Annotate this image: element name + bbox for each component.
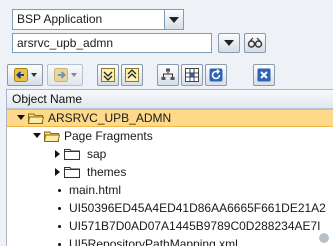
tree-node-label: UI571B7D0AD07A1445B9789C0D288234AE7I	[69, 219, 321, 233]
forward-arrow-icon	[53, 68, 68, 82]
column-header-object-name[interactable]: Object Name	[7, 90, 333, 109]
expanded-icon[interactable]	[17, 115, 25, 120]
folder-open-icon	[28, 113, 44, 124]
tree-node-file[interactable]: UI571B7D0AD07A1445B9789C0D288234AE7I	[7, 217, 333, 235]
forward-button[interactable]	[47, 64, 83, 86]
tree-node-file[interactable]: UI50396ED45A4ED41D86AA6665F661DE21A2	[7, 199, 333, 217]
chevron-down-icon	[169, 16, 179, 23]
object-type-dropdown-button[interactable]	[164, 9, 184, 30]
tree-node-subfolder[interactable]: sap	[7, 145, 333, 163]
leaf-bullet-icon	[58, 189, 61, 192]
folder-icon	[64, 149, 80, 160]
refresh-icon	[209, 68, 223, 82]
watermark-logo-icon	[319, 233, 329, 243]
object-name-row: arsrvc_upb_admn	[12, 33, 272, 53]
object-type-value[interactable]: BSP Application	[12, 9, 164, 30]
tree-node-root[interactable]: ARSRVC_UPB_ADMN	[7, 109, 333, 127]
tree-node-subfolder[interactable]: themes	[7, 163, 333, 181]
tree-node-label: themes	[87, 165, 127, 179]
object-name-input[interactable]: arsrvc_upb_admn	[12, 33, 212, 53]
back-button[interactable]	[7, 64, 43, 86]
tree-node-label: UI50396ED45A4ED41D86AA6665F661DE21A2	[69, 201, 326, 215]
expand-button[interactable]	[121, 64, 143, 86]
folder-open-icon	[44, 131, 60, 142]
chevron-down-icon	[224, 40, 234, 46]
leaf-bullet-icon	[58, 225, 61, 228]
expand-icon	[125, 68, 139, 82]
watermark	[319, 233, 329, 243]
back-arrow-icon	[13, 68, 28, 82]
collapsed-icon[interactable]	[55, 150, 60, 158]
object-tree[interactable]: Object Name ARSRVC_UPB_ADMN Page Fragmen…	[6, 89, 333, 246]
leaf-bullet-icon	[58, 207, 61, 210]
collapse-button[interactable]	[97, 64, 119, 86]
object-name-dropdown-button[interactable]	[218, 33, 240, 53]
collapse-icon	[101, 68, 115, 82]
toolbar	[7, 64, 287, 86]
tree-node-label: Page Fragments	[64, 129, 153, 143]
repository-browser: BSP Application arsrvc_upb_admn Object N…	[0, 0, 333, 246]
collapsed-icon[interactable]	[55, 168, 60, 176]
tree-node-file[interactable]: UI5RepositoryPathMapping.xml	[7, 235, 333, 246]
object-type-select[interactable]: BSP Application	[12, 9, 184, 30]
refresh-button[interactable]	[205, 64, 227, 86]
hierarchy-icon	[161, 68, 175, 80]
tree-node-label: main.html	[69, 183, 122, 197]
tree-node-file[interactable]: main.html	[7, 181, 333, 199]
tree-node-label: sap	[87, 147, 107, 161]
hierarchy-button[interactable]	[157, 64, 179, 86]
chevron-down-icon	[30, 73, 37, 77]
grid-button[interactable]	[181, 64, 203, 86]
folder-icon	[64, 167, 80, 178]
expanded-icon[interactable]	[33, 133, 41, 138]
tree-node-label: UI5RepositoryPathMapping.xml	[69, 237, 238, 246]
glasses-icon	[247, 37, 263, 48]
chevron-down-icon	[70, 73, 77, 77]
close-icon	[257, 68, 271, 82]
tree-node-folder[interactable]: Page Fragments	[7, 127, 333, 145]
close-button[interactable]	[253, 64, 275, 86]
tree-node-label: ARSRVC_UPB_ADMN	[48, 111, 172, 125]
grid-icon	[185, 68, 199, 82]
display-button[interactable]	[244, 33, 266, 53]
